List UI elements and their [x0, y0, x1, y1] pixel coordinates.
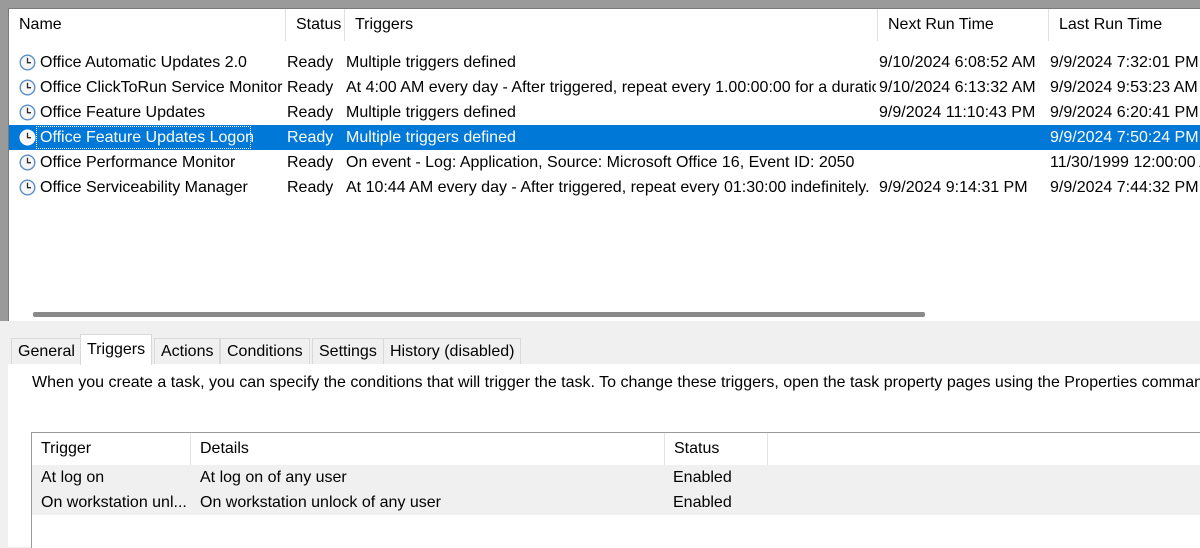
task-last-run-time: 9/9/2024 7:50:24 PM [1050, 129, 1199, 146]
task-next-run-time [879, 125, 1047, 150]
triggers-table: Trigger Details Status At log on At log … [31, 432, 1200, 548]
task-name: Office Automatic Updates 2.0 [40, 54, 247, 71]
column-header-name[interactable]: Name [9, 9, 286, 41]
tab-general[interactable]: General [11, 338, 82, 364]
task-list: Name Status Triggers Next Run Time Last … [8, 8, 1200, 322]
task-last-run-time: 11/30/1999 12:00:00 AM [1050, 154, 1200, 171]
task-triggers: Multiple triggers defined [346, 129, 516, 146]
clock-icon [19, 154, 36, 171]
task-status: Ready [287, 54, 334, 71]
trigger-row[interactable]: On workstation unl... On workstation unl… [32, 490, 1200, 515]
task-name: Office ClickToRun Service Monitor [40, 79, 283, 96]
trigger-row[interactable]: At log on At log on of any user Enabled [32, 465, 1200, 490]
task-status: Ready [287, 179, 334, 196]
triggers-description: When you create a task, you can specify … [32, 374, 1200, 391]
column-header-next-run-time[interactable]: Next Run Time [878, 9, 1049, 41]
trigger-details: At log on of any user [200, 469, 347, 486]
trigger-status: Enabled [673, 494, 732, 511]
tab-triggers[interactable]: Triggers [80, 334, 153, 365]
task-status: Ready [287, 104, 334, 121]
tab-settings[interactable]: Settings [312, 338, 384, 364]
task-name: Office Feature Updates [40, 104, 206, 121]
clock-icon [19, 104, 36, 121]
details-pane: General Triggers Actions Conditions Sett… [8, 330, 1200, 548]
trigger-type: On workstation unl... [41, 494, 187, 511]
column-header-details[interactable]: Details [191, 433, 665, 465]
task-last-run-time: 9/9/2024 7:44:32 PM [1050, 179, 1199, 196]
task-last-run-time: 9/9/2024 9:53:23 AM [1050, 79, 1198, 96]
clock-icon [19, 79, 36, 96]
scrollbar-thumb[interactable] [33, 312, 925, 317]
clock-icon [19, 179, 36, 196]
tab-actions[interactable]: Actions [154, 338, 221, 364]
triggers-tab-panel: When you create a task, you can specify … [8, 364, 1200, 548]
task-next-run-time: 9/9/2024 11:10:43 PM [879, 104, 1036, 121]
task-triggers: At 10:44 AM every day - After triggered,… [346, 179, 870, 196]
tab-history[interactable]: History (disabled) [383, 338, 522, 364]
task-status: Ready [287, 79, 334, 96]
task-name: Office Performance Monitor [40, 154, 236, 171]
trigger-type: At log on [41, 469, 105, 486]
task-last-run-time: 9/9/2024 7:32:01 PM [1050, 54, 1199, 71]
clock-icon [19, 54, 36, 71]
column-header-trigger[interactable]: Trigger [32, 433, 191, 465]
task-next-run-time: 9/9/2024 9:14:31 PM [879, 179, 1028, 196]
column-header-last-run-time[interactable]: Last Run Time [1049, 9, 1200, 41]
tab-strip: General Triggers Actions Conditions Sett… [8, 334, 1200, 365]
task-triggers: Multiple triggers defined [346, 104, 516, 121]
tab-conditions[interactable]: Conditions [220, 338, 310, 364]
task-list-pane: Name Status Triggers Next Run Time Last … [0, 0, 1200, 322]
task-name: Office Feature Updates Logon [40, 129, 255, 146]
column-header-triggers[interactable]: Triggers [345, 9, 878, 41]
column-header-trigger-status[interactable]: Status [665, 433, 768, 465]
task-list-header: Name Status Triggers Next Run Time Last … [9, 9, 1200, 41]
task-row[interactable]: Office Serviceability Manager Ready At 10:… [9, 175, 1200, 200]
task-triggers: On event - Log: Application, Source: Mic… [346, 154, 855, 171]
task-next-run-time: 9/10/2024 6:08:52 AM [879, 54, 1036, 71]
task-next-run-time [879, 150, 1047, 175]
task-next-run-time: 9/10/2024 6:13:32 AM [879, 79, 1036, 96]
task-triggers: Multiple triggers defined [346, 54, 516, 71]
task-status: Ready [287, 129, 334, 146]
clock-icon [19, 129, 36, 146]
horizontal-scrollbar[interactable] [9, 307, 1200, 322]
pane-splitter[interactable] [0, 321, 1200, 330]
trigger-status: Enabled [673, 469, 732, 486]
task-last-run-time: 9/9/2024 6:20:41 PM [1050, 104, 1199, 121]
task-row[interactable]: Office ClickToRun Service Monitor Ready At… [9, 75, 1200, 100]
task-row[interactable]: Office Feature Updates Logon Ready Multipl… [9, 125, 1200, 150]
task-row[interactable]: Office Automatic Updates 2.0 Ready Multipl… [9, 50, 1200, 75]
task-triggers: At 4:00 AM every day - After triggered, … [346, 79, 876, 96]
trigger-details: On workstation unlock of any user [200, 494, 442, 511]
task-row[interactable]: Office Feature Updates Ready Multiple trig… [9, 100, 1200, 125]
task-status: Ready [287, 154, 334, 171]
task-row[interactable]: Office Performance Monitor Ready On event … [9, 150, 1200, 175]
task-name: Office Serviceability Manager [40, 179, 248, 196]
column-header-status[interactable]: Status [286, 9, 345, 41]
